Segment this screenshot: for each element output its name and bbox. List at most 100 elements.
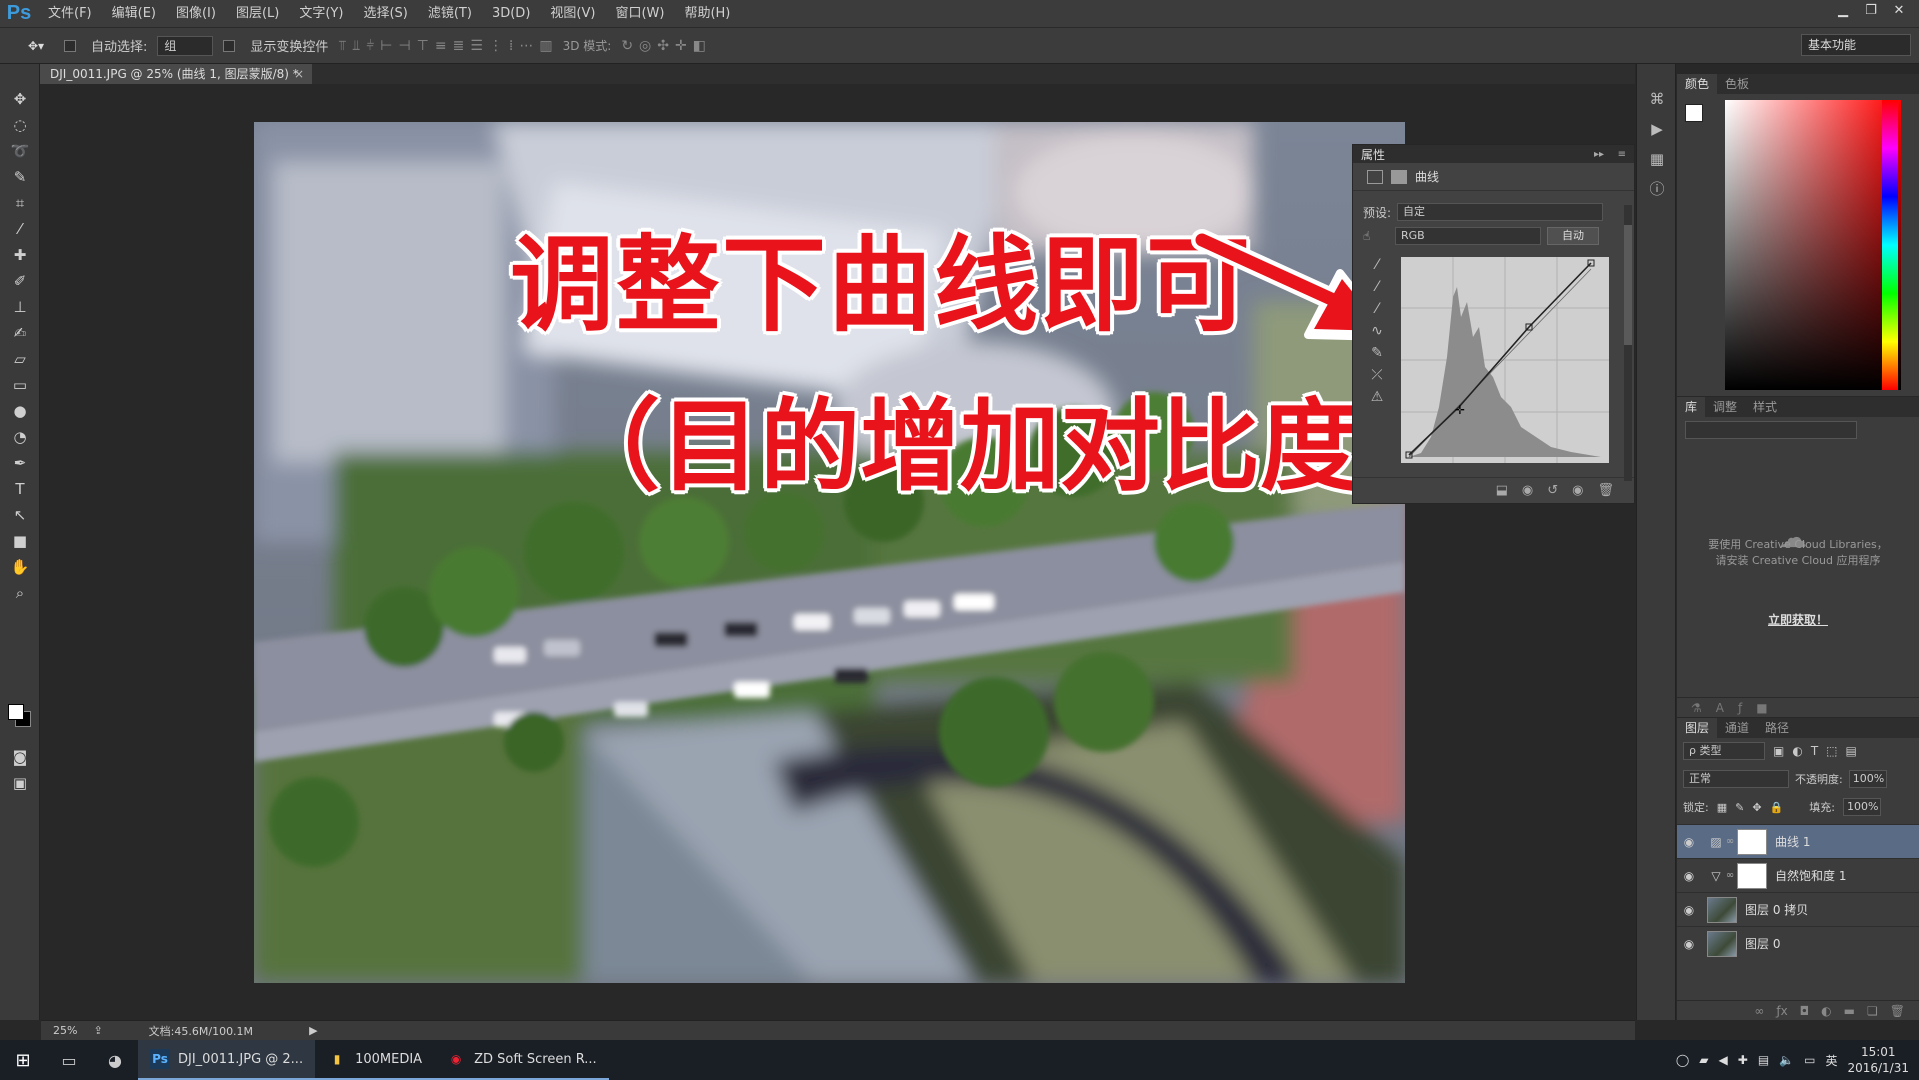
add-text-icon[interactable]: A [1716, 701, 1724, 715]
foreground-color-swatch[interactable] [8, 704, 24, 720]
clone-stamp-tool-icon[interactable]: ⊥ [0, 294, 40, 320]
filter-shape-icon[interactable]: ⬚ [1826, 744, 1837, 758]
history-icon[interactable]: ⌘ [1637, 84, 1677, 114]
link-layers-icon[interactable]: ∞ [1754, 1004, 1764, 1018]
menu-edit[interactable]: 编辑(E) [102, 0, 166, 28]
show-transform-checkbox[interactable] [223, 39, 240, 53]
history-brush-tool-icon[interactable]: ✍ [0, 320, 40, 346]
chain-icon[interactable]: ∞ [1725, 836, 1735, 847]
menu-select[interactable]: 选择(S) [353, 0, 417, 28]
screen-mode-icon[interactable]: ▣ [0, 770, 40, 796]
menu-file[interactable]: 文件(F) [38, 0, 102, 28]
layer-filter-dropdown[interactable]: ρ 类型 [1683, 742, 1765, 760]
minimize-icon[interactable]: ▁ [1829, 0, 1857, 20]
filter-smart-icon[interactable]: ▤ [1846, 744, 1857, 758]
eye-icon[interactable]: ◉ [1677, 869, 1701, 883]
move-tool-icon[interactable]: ✥ [0, 86, 40, 112]
taskbar-app-recorder[interactable]: ◉ ZD Soft Screen R... [434, 1040, 609, 1080]
add-fx-icon[interactable]: ƒ [1738, 701, 1742, 715]
visibility-icon[interactable]: ◉ [1572, 483, 1583, 498]
zoom-level[interactable]: 25% [53, 1024, 77, 1037]
menu-window[interactable]: 窗口(W) [605, 0, 674, 28]
lasso-tool-icon[interactable]: ➰ [0, 138, 40, 164]
tab-paths[interactable]: 路径 [1757, 718, 1797, 738]
color-field[interactable] [1725, 100, 1901, 390]
tab-channels[interactable]: 通道 [1717, 718, 1757, 738]
add-mask-icon[interactable]: ◘ [1800, 1004, 1810, 1018]
clipping-warning-icon[interactable]: ⚠ [1371, 389, 1384, 405]
layer-row[interactable]: ◉ 图层 0 [1677, 926, 1919, 960]
align-top-icon[interactable]: ⫪ [338, 38, 346, 54]
share-icon[interactable]: ⇪ [93, 1024, 102, 1037]
eye-icon[interactable]: ◉ [1677, 835, 1701, 849]
properties-icon[interactable]: ▦ [1637, 144, 1677, 174]
move-tool-preset-icon[interactable]: ✥▾ [18, 34, 54, 58]
auto-align-icon[interactable]: ▥ [539, 38, 552, 54]
layer-thumbnail[interactable] [1707, 930, 1737, 957]
tray-app-icon[interactable]: ◯ [1676, 1053, 1689, 1067]
lock-paint-icon[interactable]: ✎ [1735, 801, 1744, 814]
align-bottom-icon[interactable]: ⫩ [366, 38, 374, 54]
close-icon[interactable]: ✕ [1885, 0, 1913, 20]
library-dropdown[interactable] [1685, 421, 1857, 439]
align-left-icon[interactable]: ⊢ [380, 38, 392, 54]
taskbar-app-photoshop[interactable]: Ps DJI_0011.JPG @ 2... [138, 1040, 316, 1080]
delete-icon[interactable]: 🗑 [1597, 483, 1614, 498]
rectangle-tool-icon[interactable]: ■ [0, 528, 40, 554]
color-fg-swatch[interactable] [1685, 104, 1703, 122]
on-image-adjust-icon[interactable]: ☝ [1363, 229, 1389, 243]
preset-dropdown[interactable]: 自定 [1397, 203, 1604, 221]
hue-slider[interactable] [1882, 100, 1898, 390]
tray-message-icon[interactable]: ▭ [1804, 1053, 1815, 1067]
type-tool-icon[interactable]: T [0, 476, 40, 502]
tab-color[interactable]: 颜色 [1677, 74, 1718, 94]
distribute-vcenter-icon[interactable]: ≣ [453, 38, 465, 54]
quick-select-tool-icon[interactable]: ✎ [0, 164, 40, 190]
mask-icon[interactable] [1391, 169, 1407, 184]
curves-adjust-icon[interactable] [1367, 169, 1383, 184]
view-previous-icon[interactable]: ◉ [1522, 483, 1533, 498]
new-layer-icon[interactable]: ❏ [1867, 1004, 1878, 1018]
tray-network-icon[interactable]: ▤ [1758, 1053, 1769, 1067]
workspace-dropdown[interactable]: 基本功能 [1801, 34, 1911, 56]
zoom-tool-icon[interactable]: ⌕ [0, 580, 40, 606]
new-adjustment-icon[interactable]: ◐ [1821, 1004, 1831, 1018]
smooth-curve-icon[interactable]: ⤫ [1371, 367, 1382, 383]
menu-filter[interactable]: 滤镜(T) [418, 0, 482, 28]
align-vcenter-icon[interactable]: ⫫ [352, 38, 360, 54]
channel-dropdown[interactable]: RGB [1395, 227, 1541, 245]
hand-tool-icon[interactable]: ✋ [0, 554, 40, 580]
menu-view[interactable]: 视图(V) [540, 0, 605, 28]
distribute-right-icon[interactable]: ⋯ [519, 38, 533, 54]
menu-image[interactable]: 图像(I) [166, 0, 226, 28]
ime-indicator[interactable]: 英 [1825, 1052, 1837, 1069]
tray-speaker-icon[interactable]: 🔈 [1779, 1053, 1794, 1067]
brush-tool-icon[interactable]: ✐ [0, 268, 40, 294]
tray-shield-icon[interactable]: ✚ [1738, 1053, 1748, 1067]
eye-icon[interactable]: ◉ [1677, 903, 1701, 917]
get-it-now-link[interactable]: 立即获取！ [1677, 611, 1919, 628]
3d-drag-icon[interactable]: ✣ [657, 38, 669, 54]
menu-help[interactable]: 帮助(H) [674, 0, 740, 28]
edit-points-icon[interactable]: ∿ [1371, 323, 1383, 339]
layer-mask-thumbnail[interactable] [1737, 828, 1767, 855]
eye-icon[interactable]: ◉ [1677, 937, 1701, 951]
panel-menu-icon[interactable]: ≡ [1618, 149, 1626, 160]
properties-scrollbar[interactable] [1624, 205, 1632, 481]
tray-volume-warn-icon[interactable]: ◀ [1719, 1053, 1728, 1067]
filter-adjust-icon[interactable]: ◐ [1792, 744, 1802, 758]
lock-all-icon[interactable]: 🔒 [1770, 801, 1784, 814]
auto-select-checkbox[interactable] [64, 39, 81, 53]
tab-swatches[interactable]: 色板 [1717, 74, 1757, 94]
gray-point-eyedropper-icon[interactable]: ⁄ [1376, 279, 1378, 295]
align-right-icon[interactable]: ⊤ [417, 38, 429, 54]
status-menu-icon[interactable]: ▶ [309, 1024, 317, 1037]
pen-tool-icon[interactable]: ✒ [0, 450, 40, 476]
filter-type-icon[interactable]: T [1811, 744, 1818, 758]
curves-graph[interactable]: ✛ [1401, 257, 1609, 463]
3d-slide-icon[interactable]: ✛ [675, 38, 687, 54]
auto-select-dropdown[interactable]: 组 [157, 35, 214, 56]
tray-nvidia-icon[interactable]: ▰ [1699, 1053, 1708, 1067]
blend-mode-dropdown[interactable]: 正常 [1683, 770, 1789, 788]
blur-tool-icon[interactable]: ● [0, 398, 40, 424]
